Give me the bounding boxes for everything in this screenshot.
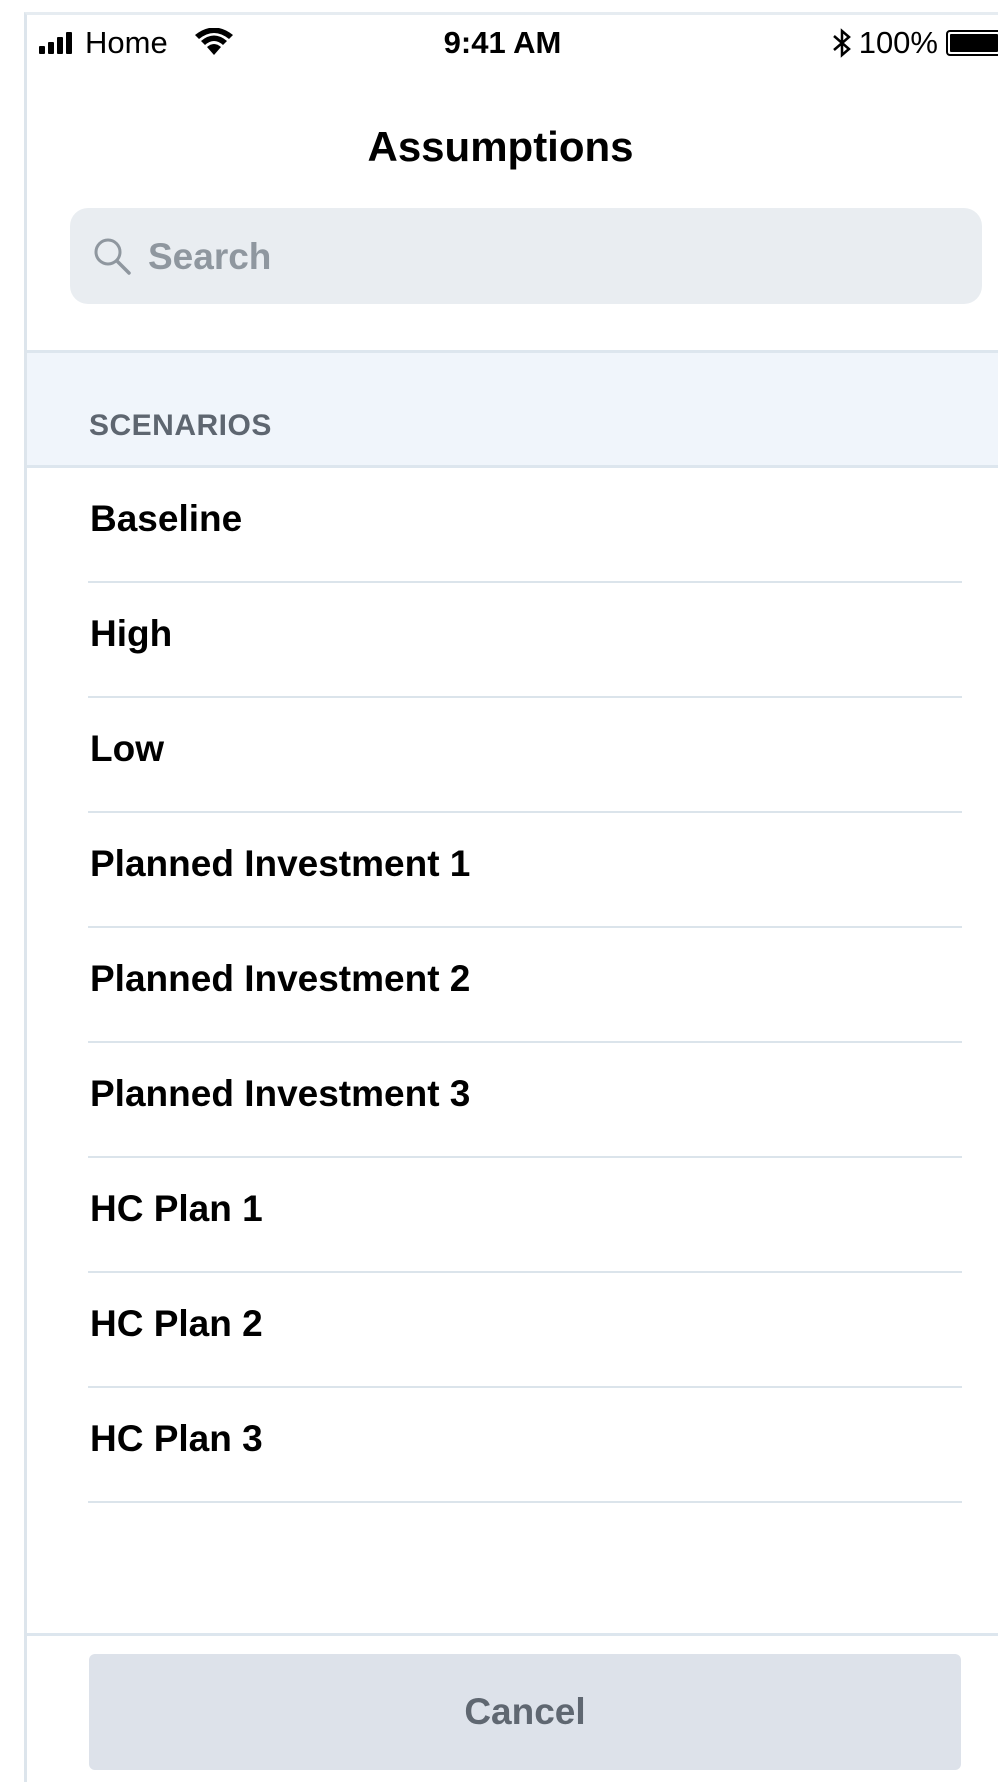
battery-fill — [950, 34, 998, 52]
bluetooth-icon — [832, 28, 851, 58]
list-item-high[interactable]: High — [88, 583, 962, 698]
list-item-label: HC Plan 3 — [90, 1418, 263, 1459]
list-item-label: High — [90, 613, 173, 654]
list-item-label: HC Plan 2 — [90, 1303, 263, 1344]
list-item-hc-plan-3[interactable]: HC Plan 3 — [88, 1388, 962, 1503]
page-title: Assumptions — [367, 123, 634, 170]
list-item-planned-investment-3[interactable]: Planned Investment 3 — [88, 1043, 962, 1158]
list-item-planned-investment-2[interactable]: Planned Investment 2 — [88, 928, 962, 1043]
status-right: 100% — [831, 25, 998, 61]
list-item-baseline[interactable]: Baseline — [88, 468, 962, 583]
list-item-label: Low — [90, 728, 164, 769]
section-label: SCENARIOS — [89, 409, 272, 442]
status-bar: Home 9:41 AM 100% — [27, 15, 998, 73]
section-header-scenarios: SCENARIOS — [27, 350, 998, 468]
footer-bar: Cancel — [27, 1633, 998, 1782]
list-item-hc-plan-1[interactable]: HC Plan 1 — [88, 1158, 962, 1273]
list-item-planned-investment-1[interactable]: Planned Investment 1 — [88, 813, 962, 928]
cancel-button[interactable]: Cancel — [89, 1654, 961, 1770]
list-item-hc-plan-2[interactable]: HC Plan 2 — [88, 1273, 962, 1388]
list-item-label: HC Plan 1 — [90, 1188, 263, 1229]
list-item-label: Baseline — [90, 498, 243, 539]
search-icon — [94, 238, 131, 275]
search-bar[interactable] — [70, 208, 982, 306]
list-item-label: Planned Investment 1 — [90, 843, 471, 884]
phone-screen: Home 9:41 AM 100% Assumptions SCENARIO — [24, 12, 998, 1782]
battery-percent: 100% — [858, 25, 938, 60]
scenario-list: Baseline High Low Planned Investment 1 P… — [27, 468, 998, 1503]
list-item-label: Planned Investment 2 — [90, 958, 471, 999]
battery-icon — [946, 30, 998, 56]
list-item-label: Planned Investment 3 — [90, 1073, 471, 1114]
search-input[interactable] — [146, 208, 950, 306]
list-item-low[interactable]: Low — [88, 698, 962, 813]
